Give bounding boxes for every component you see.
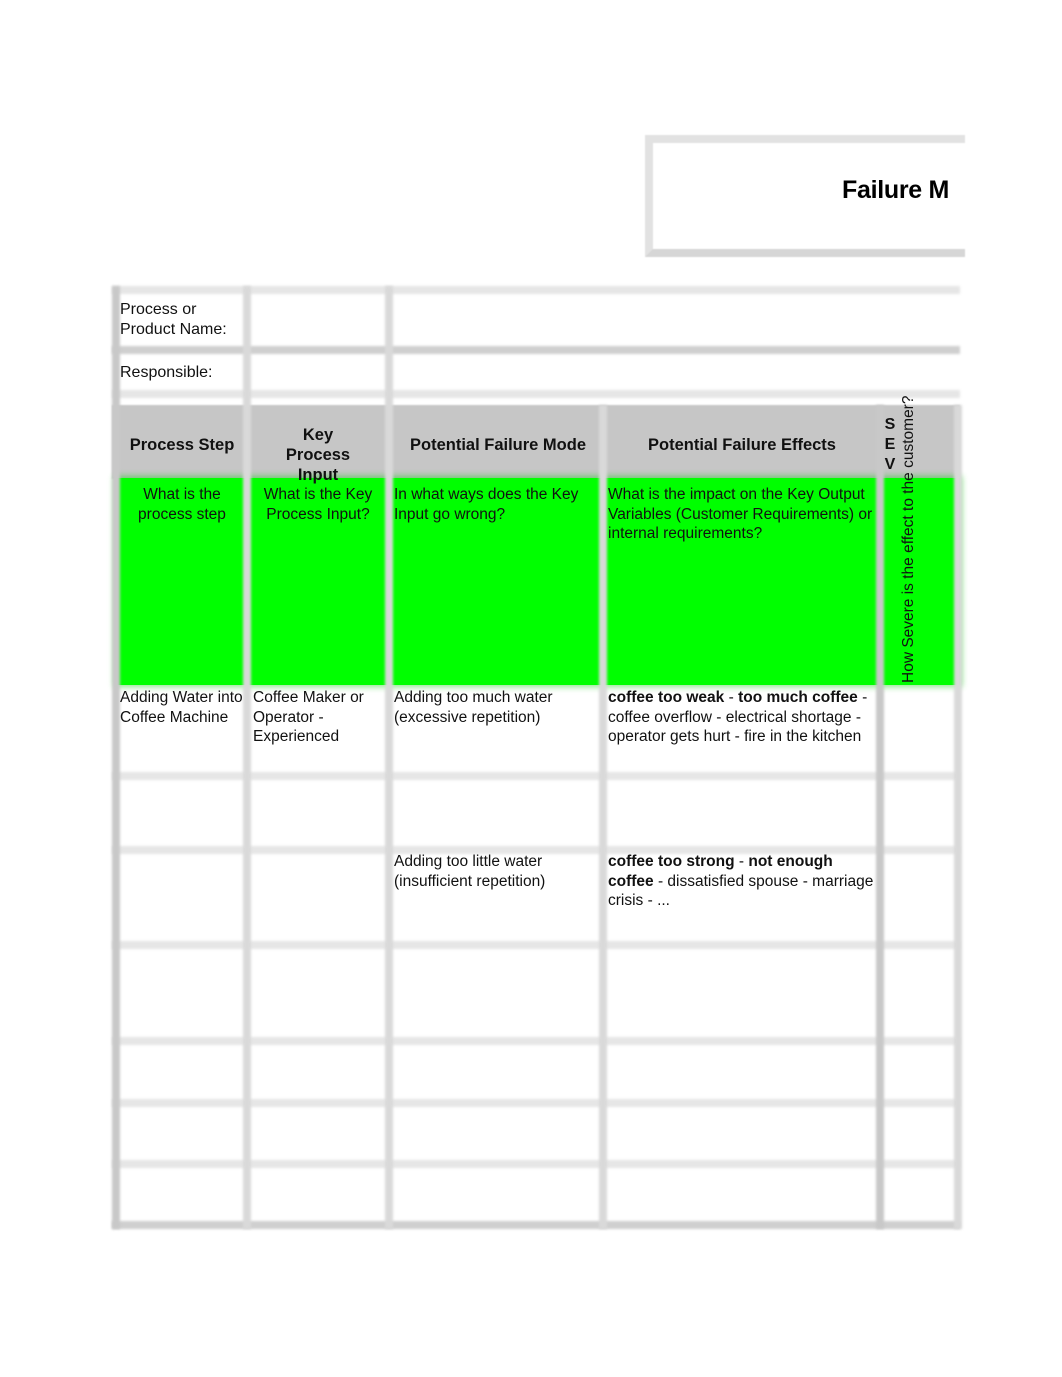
- cell-sev[interactable]: [886, 1044, 952, 1096]
- sev-letter: S: [884, 416, 896, 433]
- cell-key-process-input[interactable]: [253, 852, 385, 936]
- header-process-step: Process Step: [129, 436, 235, 454]
- cell-potential-failure-effects[interactable]: [608, 778, 876, 840]
- cell-potential-failure-effects[interactable]: coffee too weak - too much coffee - coff…: [608, 688, 880, 747]
- cell-sev[interactable]: [886, 778, 952, 840]
- cell-key-process-input[interactable]: [253, 948, 385, 1032]
- cell-key-process-input[interactable]: [253, 1044, 385, 1096]
- header-sev: S E V: [882, 415, 898, 475]
- cell-potential-failure-mode[interactable]: [394, 948, 599, 1032]
- cell-potential-failure-mode[interactable]: [394, 778, 599, 840]
- cell-process-step[interactable]: [120, 1044, 244, 1096]
- document-title: Failure M: [842, 176, 950, 204]
- cell-potential-failure-effects[interactable]: [608, 1106, 876, 1158]
- effect-primary: coffee too weak: [608, 689, 725, 706]
- effect-primary: coffee too strong: [608, 853, 735, 870]
- guide-process-step: What is the process step: [138, 486, 226, 523]
- responsible-label: Responsible:: [120, 364, 213, 381]
- grid-line: [112, 1221, 960, 1229]
- cell-key-process-input[interactable]: [253, 1106, 385, 1158]
- process-name-field-extended[interactable]: [394, 294, 960, 344]
- grid-line: [112, 346, 960, 354]
- cell-potential-failure-effects[interactable]: [608, 948, 876, 1032]
- cell-process-step[interactable]: [120, 852, 244, 936]
- grid-line: [243, 286, 251, 1229]
- fmea-sheet: Process or Product Name: Responsible: Pr…: [112, 286, 962, 1230]
- header-potential-failure-effects: Potential Failure Effects: [648, 436, 836, 454]
- guide-potential-failure-effects: What is the impact on the Key Output Var…: [608, 486, 873, 542]
- grid-line: [385, 286, 393, 1229]
- guide-sev: How Severe is the effect to the customer…: [900, 395, 917, 683]
- cell-key-process-input[interactable]: Coffee Maker or Operator - Experienced: [253, 688, 385, 747]
- cell-process-step[interactable]: [120, 948, 244, 1032]
- cell-sev[interactable]: [886, 948, 952, 1032]
- cell-potential-failure-mode[interactable]: [394, 1106, 599, 1158]
- process-name-field[interactable]: [252, 294, 384, 344]
- grid-line: [954, 405, 962, 1229]
- header-key-process-input: Key Process Input: [285, 426, 351, 484]
- grid-line: [599, 405, 607, 1229]
- effect-secondary: too much coffee: [738, 689, 858, 706]
- cell-process-step[interactable]: Adding Water into Coffee Machine: [120, 688, 244, 727]
- cell-sev[interactable]: [886, 1167, 952, 1219]
- guide-key-process-input: What is the Key Process Input?: [263, 486, 373, 523]
- cell-sev[interactable]: [886, 852, 952, 936]
- sev-letter: E: [884, 436, 896, 453]
- cell-potential-failure-mode[interactable]: [394, 1044, 599, 1096]
- cell-process-step[interactable]: [120, 1167, 244, 1219]
- cell-process-step[interactable]: [120, 778, 244, 840]
- cell-potential-failure-effects[interactable]: [608, 1044, 876, 1096]
- cell-potential-failure-mode[interactable]: [394, 1167, 599, 1219]
- effect-separator: -: [734, 853, 749, 870]
- cell-potential-failure-mode[interactable]: Adding too little water (insufficient re…: [394, 852, 599, 891]
- cell-sev[interactable]: [886, 688, 952, 768]
- cell-potential-failure-effects[interactable]: coffee too strong - not enough coffee - …: [608, 852, 876, 911]
- cell-sev[interactable]: [886, 1106, 952, 1158]
- grid-line: [112, 390, 960, 398]
- cell-potential-failure-effects[interactable]: [608, 1167, 876, 1219]
- cell-process-step[interactable]: [120, 1106, 244, 1158]
- responsible-field-extended[interactable]: [394, 354, 960, 390]
- cell-key-process-input[interactable]: [253, 778, 385, 840]
- header-potential-failure-mode: Potential Failure Mode: [409, 436, 587, 454]
- cell-key-process-input[interactable]: [253, 1167, 385, 1219]
- guide-potential-failure-mode: In what ways does the Key Input go wrong…: [394, 486, 579, 523]
- sev-letter: V: [884, 456, 896, 473]
- grid-line: [112, 286, 960, 294]
- grid-line: [112, 286, 120, 1229]
- grid-line: [876, 405, 884, 1229]
- responsible-field[interactable]: [252, 354, 384, 390]
- effect-separator: -: [724, 689, 739, 706]
- cell-potential-failure-mode[interactable]: Adding too much water (excessive repetit…: [394, 688, 599, 727]
- process-name-label: Process or Product Name:: [120, 301, 227, 338]
